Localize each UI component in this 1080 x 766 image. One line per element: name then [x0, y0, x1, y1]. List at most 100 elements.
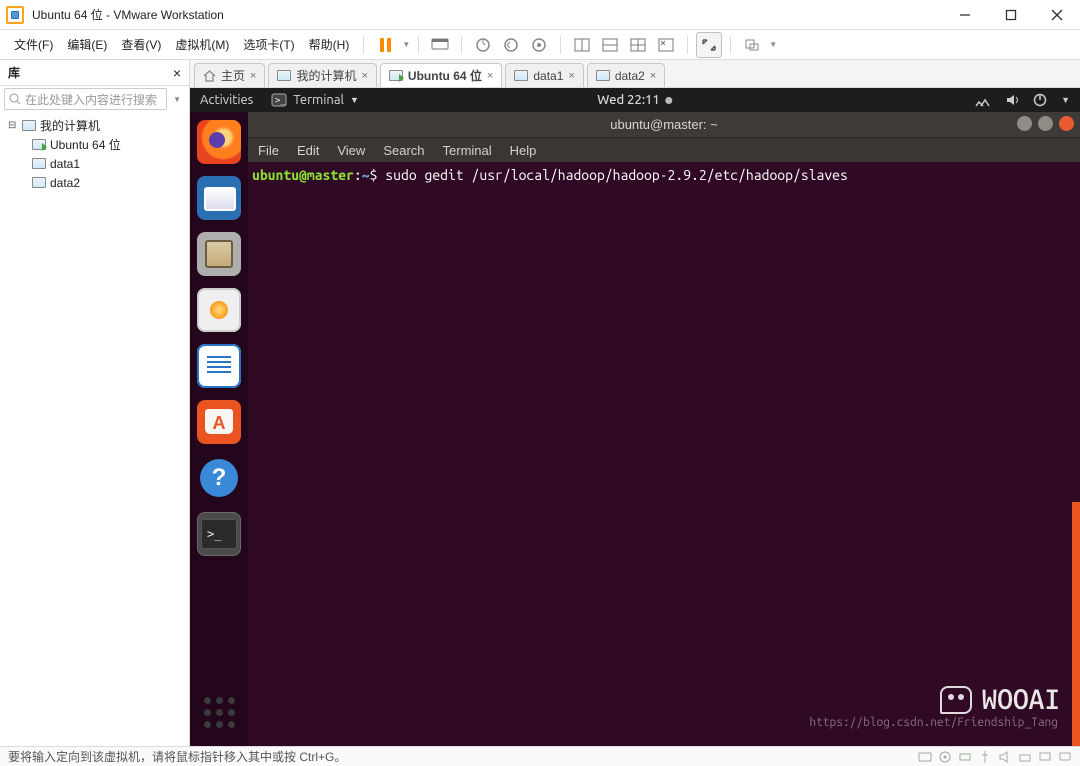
terminal-menu-file[interactable]: File — [258, 143, 279, 158]
terminal-menu-terminal[interactable]: Terminal — [443, 143, 492, 158]
snapshot-manager-button[interactable] — [526, 32, 552, 58]
tree-item-data2[interactable]: data2 — [4, 173, 185, 192]
tree-item-ubuntu[interactable]: Ubuntu 64 位 — [4, 135, 185, 154]
launcher-help[interactable] — [197, 456, 241, 500]
window-maximize-button[interactable] — [988, 0, 1034, 30]
home-icon — [203, 70, 216, 82]
network-icon[interactable] — [975, 93, 991, 107]
terminal-titlebar[interactable]: ubuntu@master: ~ — [248, 112, 1080, 138]
printer-icon[interactable] — [1018, 750, 1032, 764]
menu-edit[interactable]: 编辑(E) — [61, 32, 113, 57]
vm-pause-button[interactable] — [372, 32, 398, 58]
view-console-button[interactable] — [625, 32, 651, 58]
launcher-firefox[interactable] — [197, 120, 241, 164]
snapshot-revert-button[interactable] — [498, 32, 524, 58]
display-icon[interactable] — [1038, 750, 1052, 764]
tab-close-button[interactable]: × — [250, 70, 256, 82]
dropdown-icon[interactable]: ▼ — [402, 40, 410, 49]
tab-label: data1 — [533, 69, 563, 83]
watermark-brand: WOOAI — [982, 691, 1060, 709]
menu-file[interactable]: 文件(F) — [8, 32, 59, 57]
tab-data2[interactable]: data2 × — [587, 63, 665, 87]
tab-ubuntu-active[interactable]: Ubuntu 64 位 × — [380, 63, 502, 87]
network-adapter-icon[interactable] — [958, 750, 972, 764]
terminal-menu-view[interactable]: View — [337, 143, 365, 158]
tab-close-button[interactable]: × — [361, 70, 367, 82]
tab-mycomputer[interactable]: 我的计算机 × — [268, 63, 376, 87]
vm-running-icon — [389, 70, 403, 81]
activities-button[interactable]: Activities — [200, 93, 253, 107]
tab-home[interactable]: 主页 × — [194, 63, 265, 87]
terminal-close-button[interactable] — [1059, 116, 1074, 131]
decorative-edge — [1072, 502, 1080, 746]
launcher-terminal-active[interactable]: >_ — [197, 512, 241, 556]
enter-fullscreen-button[interactable] — [696, 32, 722, 58]
launcher-thunderbird[interactable] — [197, 176, 241, 220]
snapshot-take-button[interactable] — [470, 32, 496, 58]
launcher-ubuntu-software[interactable] — [197, 400, 241, 444]
window-minimize-button[interactable] — [942, 0, 988, 30]
launcher-files[interactable] — [197, 232, 241, 276]
usb-icon[interactable] — [978, 750, 992, 764]
menu-tabs[interactable]: 选项卡(T) — [237, 32, 300, 57]
top-app-menu[interactable]: >_ Terminal ▼ — [271, 93, 359, 107]
prompt-path: ~ — [362, 167, 370, 183]
ubuntu-top-bar: Activities >_ Terminal ▼ Wed 22:11 ▼ — [190, 88, 1080, 112]
terminal-body[interactable]: ubuntu@master:~$ sudo gedit /usr/local/h… — [248, 162, 1080, 746]
terminal-minimize-button[interactable] — [1017, 116, 1032, 131]
terminal-menu-search[interactable]: Search — [383, 143, 424, 158]
tab-data1[interactable]: data1 × — [505, 63, 583, 87]
clock[interactable]: Wed 22:11 — [597, 93, 672, 107]
terminal-menu-help[interactable]: Help — [510, 143, 537, 158]
terminal-maximize-button[interactable] — [1038, 116, 1053, 131]
prompt-user: ubuntu@master — [252, 167, 354, 183]
chevron-down-icon: ▼ — [350, 95, 359, 105]
dropdown-icon[interactable]: ▼ — [769, 40, 777, 49]
tab-strip: 主页 × 我的计算机 × Ubuntu 64 位 × data1 × data2 — [190, 60, 1080, 88]
collapse-icon[interactable]: ⊟ — [8, 120, 18, 131]
show-applications-button[interactable] — [204, 697, 234, 728]
notification-dot-icon — [666, 97, 673, 104]
vm-icon — [32, 158, 46, 169]
vm-icon — [514, 70, 528, 81]
menu-view[interactable]: 查看(V) — [115, 32, 167, 57]
prompt-sep: : — [354, 167, 362, 183]
library-search: 在此处键入内容进行搜索 ▼ — [0, 86, 189, 112]
menu-help[interactable]: 帮助(H) — [303, 32, 356, 57]
tab-close-button[interactable]: × — [568, 70, 574, 82]
launcher-libreoffice-writer[interactable] — [197, 344, 241, 388]
library-search-input[interactable]: 在此处键入内容进行搜索 — [4, 88, 167, 110]
terminal-menu-edit[interactable]: Edit — [297, 143, 319, 158]
unity-mode-button[interactable] — [739, 32, 765, 58]
cdrom-icon[interactable] — [938, 750, 952, 764]
chevron-down-icon[interactable]: ▼ — [1061, 95, 1070, 105]
menu-vm[interactable]: 虚拟机(M) — [169, 32, 235, 57]
window-title: Ubuntu 64 位 - VMware Workstation — [32, 6, 224, 23]
tree-root[interactable]: ⊟ 我的计算机 — [4, 116, 185, 135]
window-close-button[interactable] — [1034, 0, 1080, 30]
view-fullscreen-exit-button[interactable] — [653, 32, 679, 58]
vm-running-icon — [32, 139, 46, 150]
tree-item-data1[interactable]: data1 — [4, 154, 185, 173]
top-app-label: Terminal — [293, 93, 344, 107]
computer-icon — [22, 120, 36, 131]
tab-close-button[interactable]: × — [650, 70, 656, 82]
message-icon[interactable] — [1058, 750, 1072, 764]
computer-icon — [277, 70, 291, 81]
sound-icon[interactable] — [998, 750, 1012, 764]
view-single-button[interactable] — [569, 32, 595, 58]
volume-icon[interactable] — [1005, 93, 1019, 107]
library-close-button[interactable]: × — [173, 65, 181, 81]
terminal-window: ubuntu@master: ~ File Edit View Search T… — [248, 112, 1080, 746]
status-bar: 要将输入定向到该虚拟机，请将鼠标指针移入其中或按 Ctrl+G。 — [0, 746, 1080, 766]
dropdown-icon[interactable]: ▼ — [169, 95, 185, 104]
view-split-button[interactable] — [597, 32, 623, 58]
launcher-rhythmbox[interactable] — [197, 288, 241, 332]
guest-display[interactable]: Activities >_ Terminal ▼ Wed 22:11 ▼ — [190, 88, 1080, 746]
command-text: sudo gedit /usr/local/hadoop/hadoop-2.9.… — [385, 167, 848, 183]
send-ctrl-alt-del-button[interactable] — [427, 32, 453, 58]
disk-icon[interactable] — [918, 750, 932, 764]
power-icon[interactable] — [1033, 93, 1047, 107]
menu-bar: 文件(F) 编辑(E) 查看(V) 虚拟机(M) 选项卡(T) 帮助(H) ▼ … — [0, 30, 1080, 60]
tab-close-button[interactable]: × — [487, 70, 493, 82]
